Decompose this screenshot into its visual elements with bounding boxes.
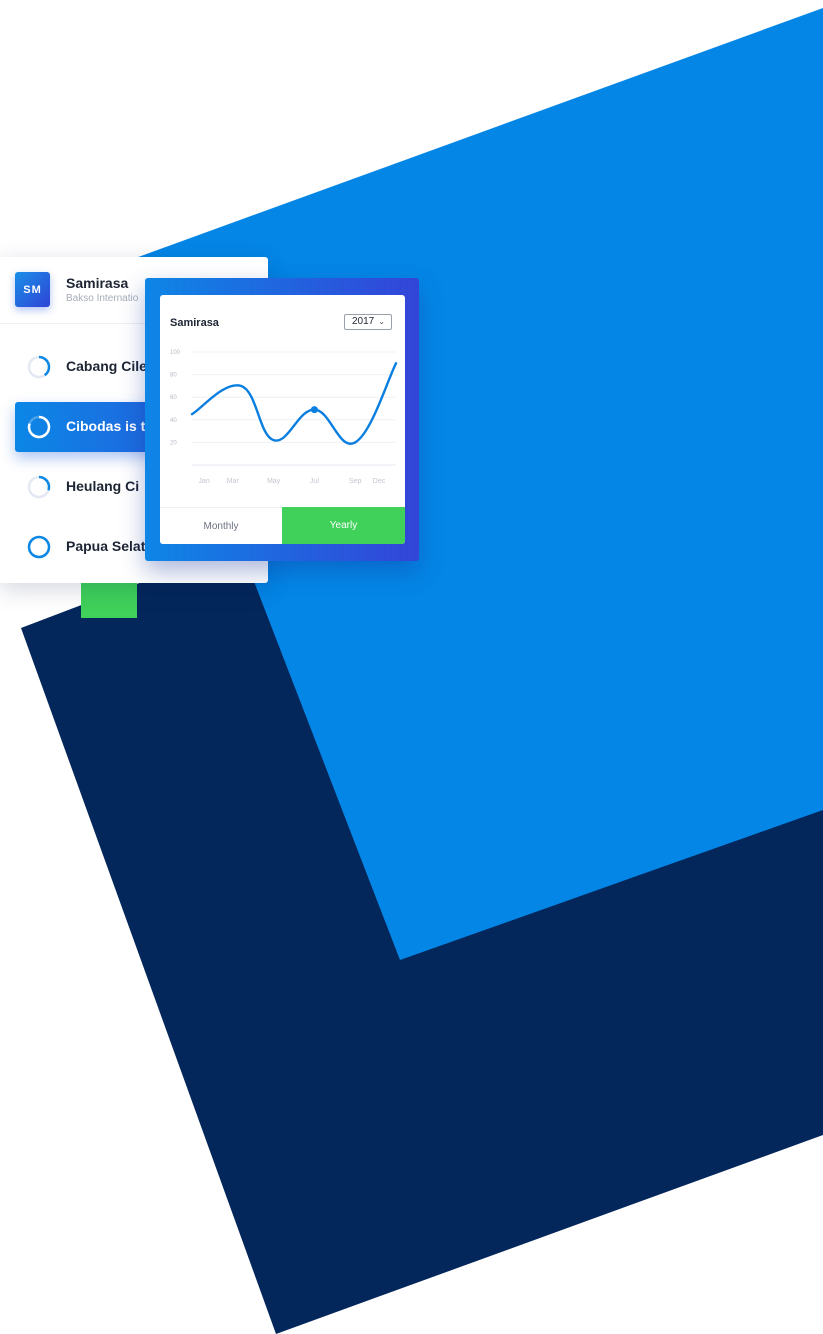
organization-name: Samirasa (66, 275, 129, 291)
branch-label: Cibodas is t (66, 418, 146, 434)
highlight-point (310, 406, 318, 414)
chart-panel: Samirasa 2017 ⌄ 100 80 60 40 20 Jan Mar May Jul S… (145, 278, 419, 561)
progress-ring-icon (27, 355, 51, 379)
x-tick-label: Jul (310, 478, 319, 485)
progress-ring-icon (27, 415, 51, 439)
tab-monthly[interactable]: Monthly (160, 507, 282, 544)
x-tick-label: Mar (227, 478, 240, 485)
year-select-value: 2017 (352, 316, 375, 327)
line-chart: 100 80 60 40 20 Jan Mar May Jul Sep Dec (170, 350, 398, 485)
branch-label: Papua Selat (66, 538, 146, 554)
progress-ring-arc (27, 535, 51, 559)
progress-ring-icon (27, 535, 51, 559)
branch-label: Heulang Ci (66, 478, 140, 494)
avatar: SM (15, 272, 50, 307)
series-line (190, 362, 398, 445)
chart-card: Samirasa 2017 ⌄ 100 80 60 40 20 Jan Mar May Jul S… (160, 295, 405, 544)
y-tick-label: 20 (170, 440, 177, 446)
year-select[interactable]: 2017 ⌄ (344, 314, 392, 330)
y-tick-label: 60 (170, 395, 177, 401)
tab-yearly[interactable]: Yearly (282, 507, 405, 544)
chart-title: Samirasa (170, 317, 219, 329)
organization-subtitle: Bakso Internatio (66, 293, 139, 304)
branch-label: Cabang Cile (66, 358, 147, 374)
x-tick-label: Jan (198, 478, 209, 485)
y-tick-label: 40 (170, 418, 177, 424)
background-shapes (21, 8, 823, 1334)
x-tick-label: Sep (349, 478, 362, 485)
x-tick-label: May (267, 478, 281, 485)
y-tick-label: 80 (170, 373, 177, 379)
y-tick-label: 100 (170, 350, 181, 356)
x-tick-label: Dec (373, 478, 386, 485)
chevron-down-icon: ⌄ (378, 317, 385, 326)
progress-ring-icon (27, 475, 51, 499)
